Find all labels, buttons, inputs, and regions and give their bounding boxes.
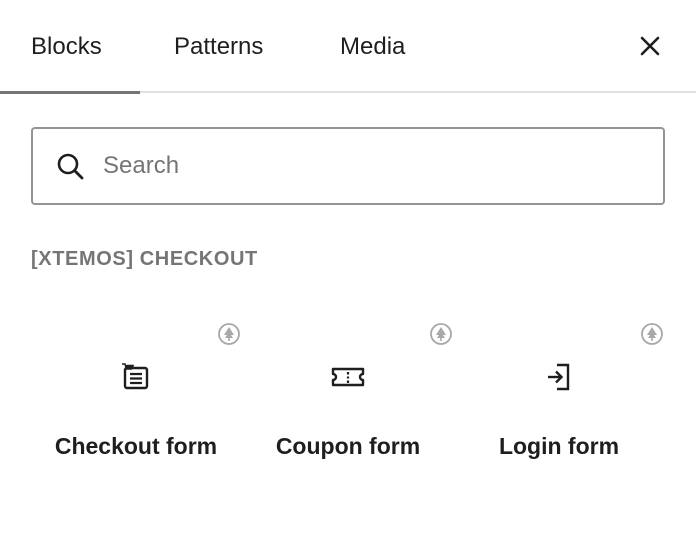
search-input[interactable] — [103, 129, 643, 203]
block-item-checkout-form[interactable]: Checkout form — [31, 318, 241, 508]
pine-tree-badge-icon — [641, 323, 663, 345]
block-label: Coupon form — [275, 433, 421, 459]
pine-tree-badge-icon — [218, 323, 240, 345]
close-icon — [640, 36, 660, 56]
tab-patterns[interactable]: Patterns — [174, 0, 263, 93]
active-tab-indicator — [0, 91, 140, 94]
block-item-coupon-form[interactable]: Coupon form — [243, 318, 453, 508]
search-icon — [57, 153, 84, 180]
close-button[interactable] — [630, 26, 670, 66]
block-label: Checkout form — [54, 433, 218, 459]
pine-tree-badge-icon — [430, 323, 452, 345]
coupon-ticket-icon — [331, 367, 365, 387]
inserter-tabs: Blocks Patterns Media — [0, 0, 696, 94]
login-arrow-icon — [548, 363, 570, 391]
block-item-login-form[interactable]: Login form — [454, 318, 664, 508]
block-label: Login form — [498, 433, 620, 459]
tab-media[interactable]: Media — [340, 0, 405, 93]
tab-blocks[interactable]: Blocks — [31, 0, 102, 93]
search-box — [31, 127, 665, 205]
checkout-form-icon — [122, 363, 149, 390]
category-heading: [XTEMOS] CHECKOUT — [31, 248, 258, 270]
